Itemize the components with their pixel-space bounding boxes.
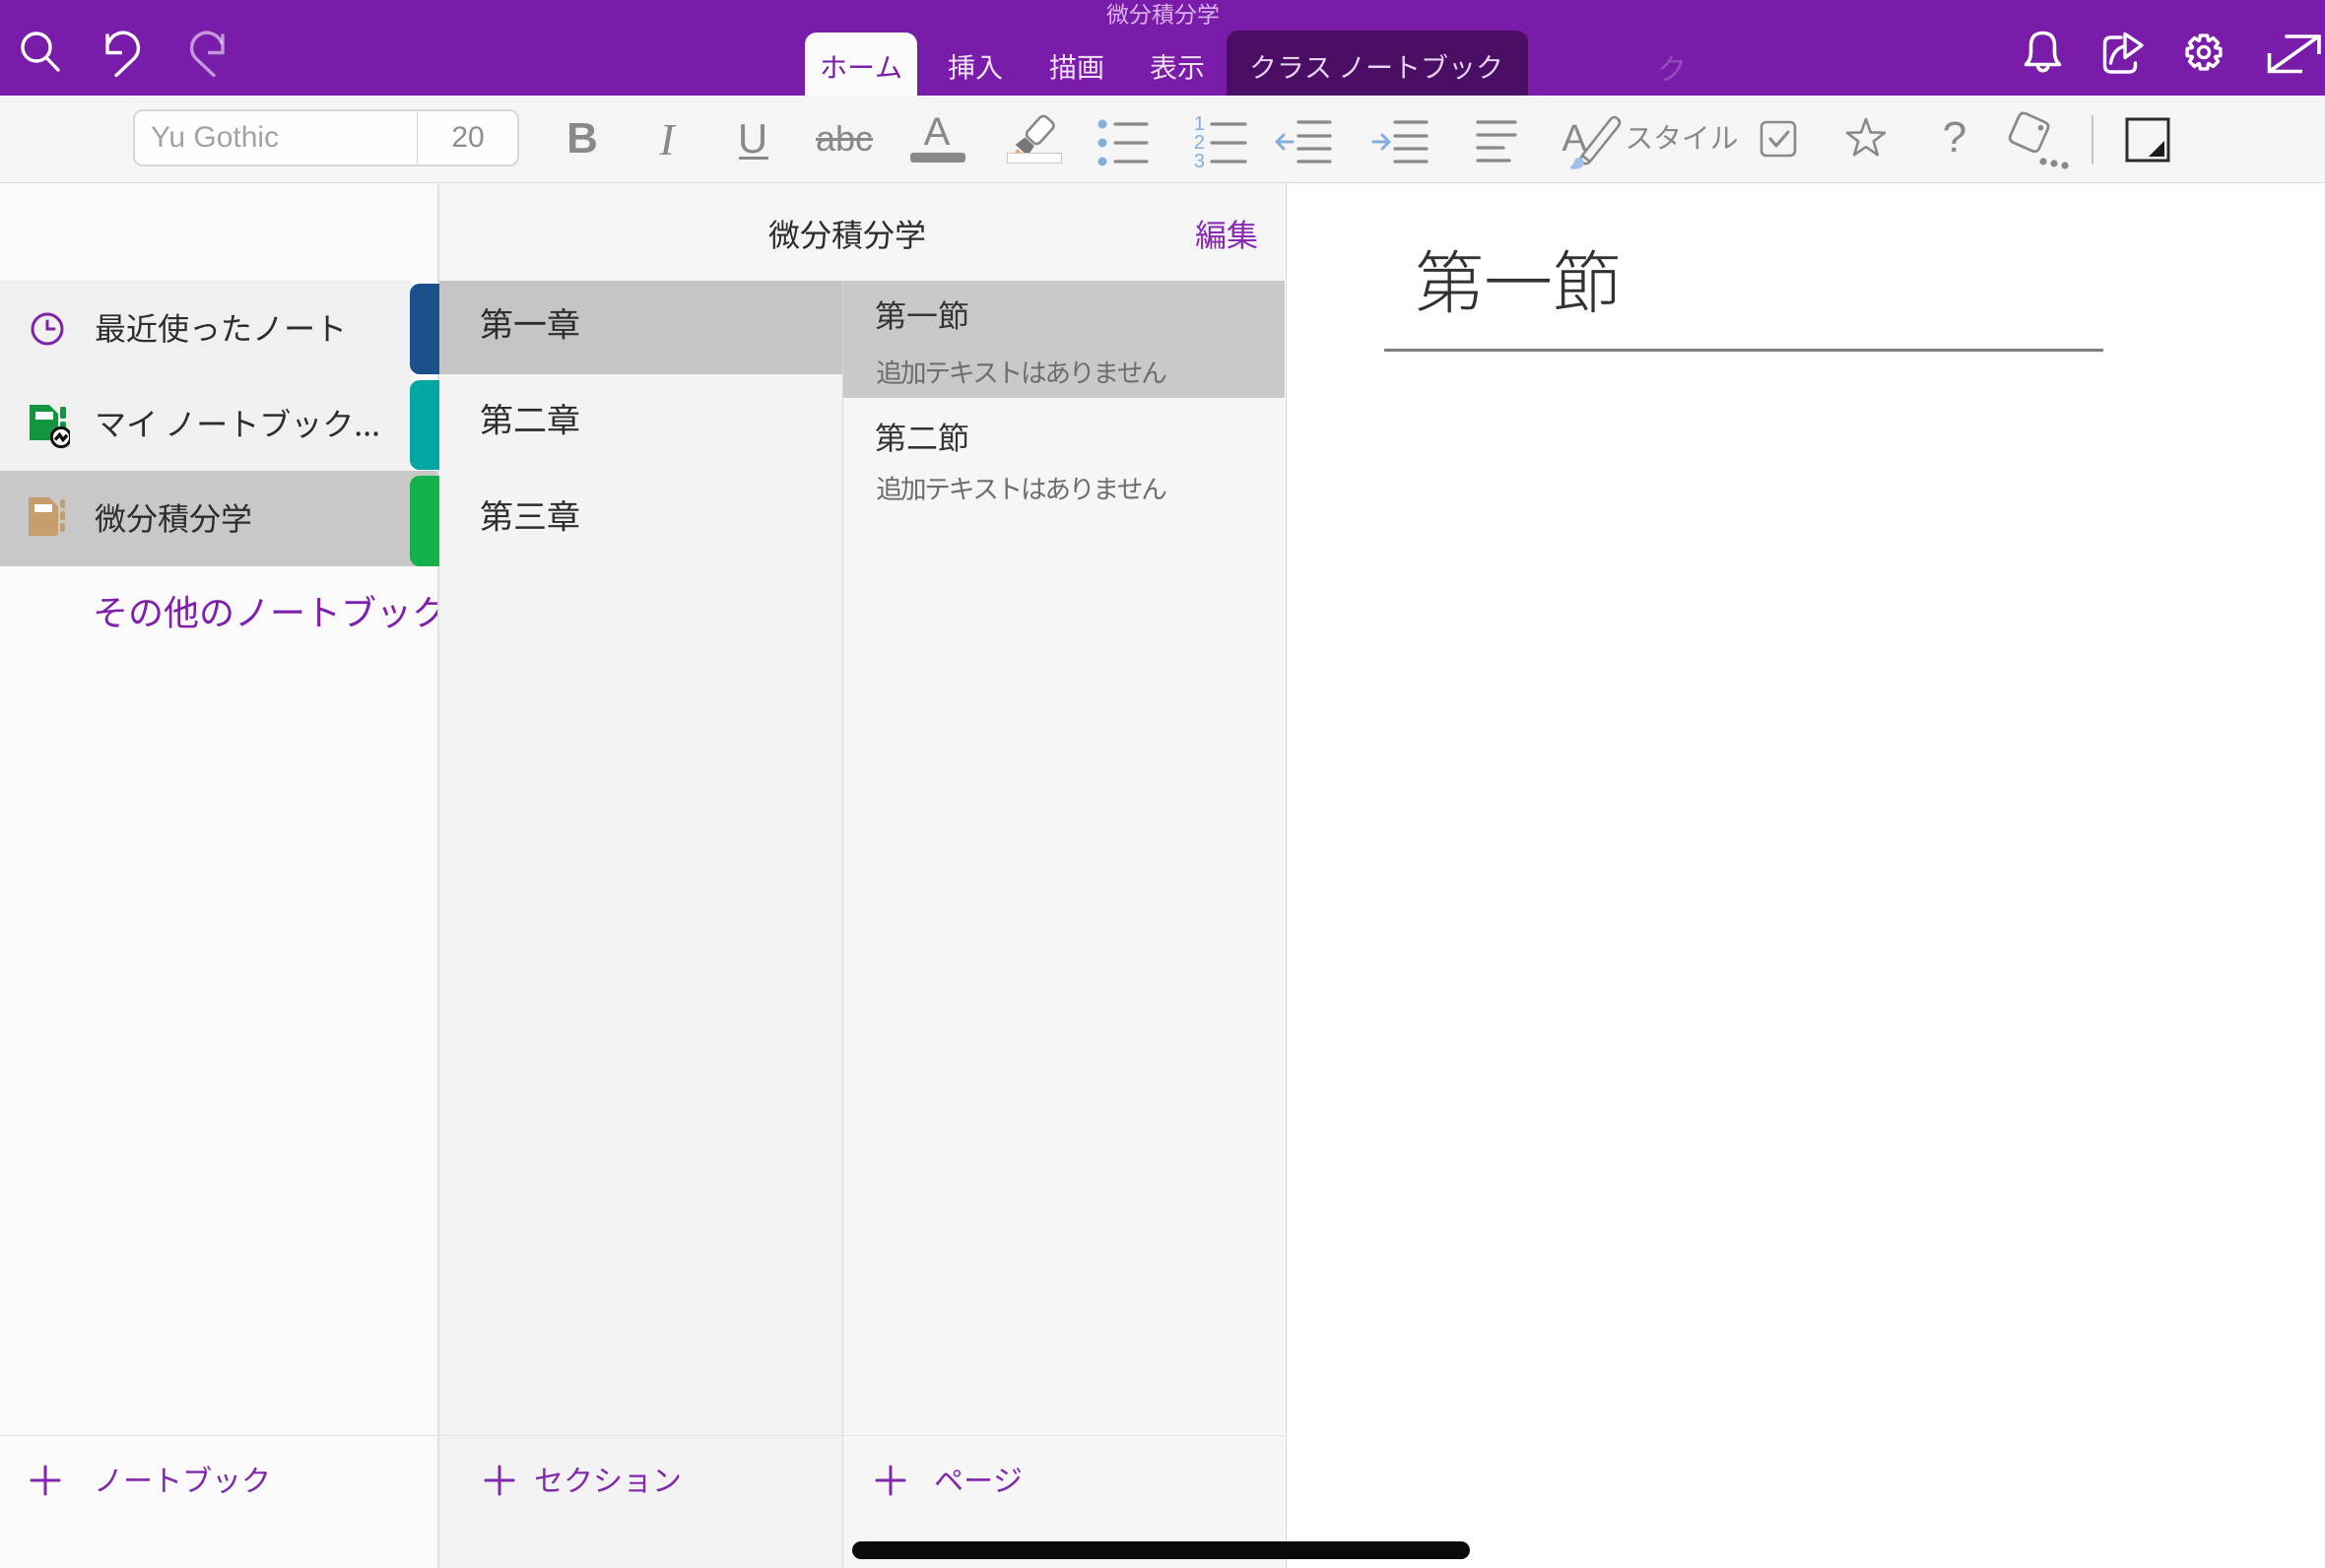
svg-text:3: 3 bbox=[1194, 151, 1205, 169]
